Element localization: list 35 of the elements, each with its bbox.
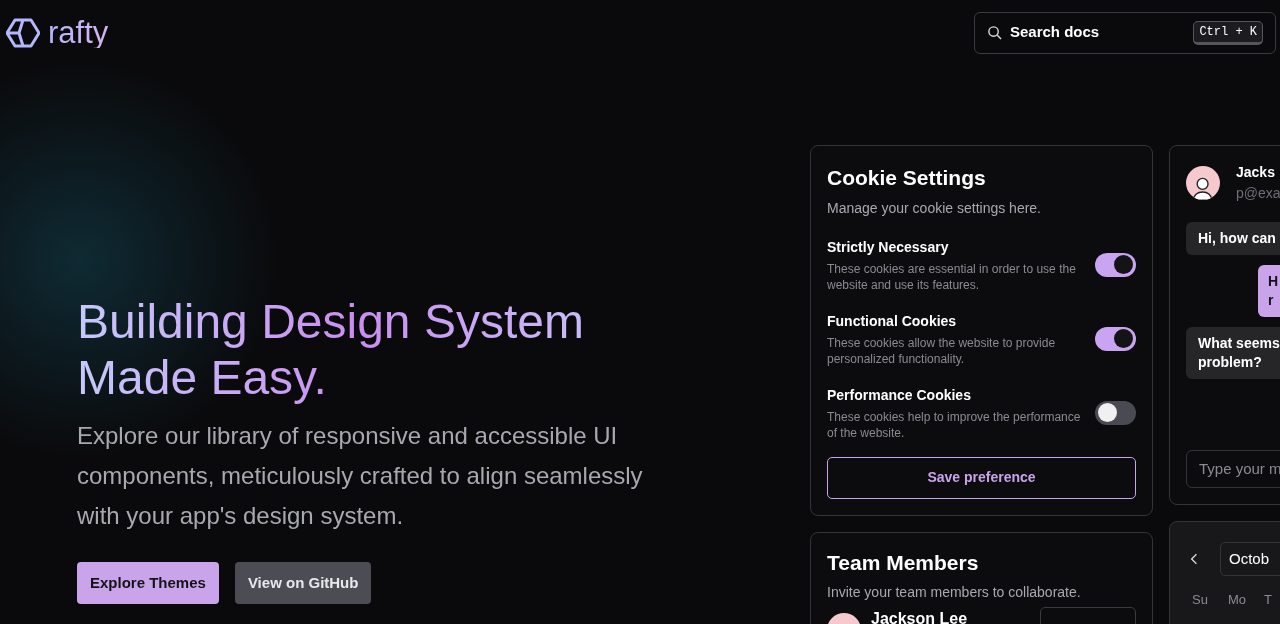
weekday-label: T (1264, 591, 1273, 609)
member-name: Jackson Lee (871, 609, 969, 624)
toggle-switch[interactable] (1095, 400, 1136, 425)
search-icon (987, 25, 1002, 40)
card-title: Cookie Settings (827, 165, 987, 191)
weekday-label: Su (1192, 591, 1209, 609)
contact-email: p@exa (1236, 184, 1280, 203)
contact-name: Jacks (1236, 163, 1276, 182)
hero-subtitle: Explore our library of responsive and accessible UI components, meticulously crafted to align seamlessly with your app's design system. (77, 421, 644, 531)
setting-description: These cookies are essential in order to use the website and use its features. (827, 260, 1077, 293)
toggle-switch[interactable] (1095, 252, 1136, 277)
setting-name: Functional Cookies (827, 311, 958, 331)
logo-text: rafty (48, 17, 109, 48)
card-subtitle: Invite your team members to collaborate. (827, 583, 1082, 602)
explore-button[interactable]: Explore Themes (77, 562, 219, 604)
logo-icon (6, 17, 40, 48)
toggle-switch[interactable] (1095, 326, 1136, 351)
shortcut-key: Ctrl + K (1193, 20, 1263, 45)
setting-description: These cookies allow the website to provide personalized functionality. (827, 334, 1057, 367)
setting-name: Strictly Necessary (827, 237, 950, 257)
month-select[interactable]: Octob (1220, 542, 1280, 576)
chevron-left-icon[interactable] (1190, 553, 1198, 565)
weekday-label: Mo (1228, 591, 1248, 609)
github-button[interactable]: View on GitHub (234, 562, 372, 604)
card-title: Team Members (827, 549, 980, 576)
received-message: Hi, how can (1186, 222, 1280, 255)
save-preference-button[interactable]: Save preference (827, 456, 1136, 499)
message-input[interactable]: Type your m (1186, 450, 1280, 488)
card-subtitle: Manage your cookie settings here. (827, 198, 1042, 218)
avatar (1186, 166, 1220, 200)
received-message: What seems problem? (1186, 327, 1280, 379)
setting-description: These cookies help to improve the performance of the website. (827, 408, 1082, 441)
search-button[interactable]: Search docs Ctrl + K (974, 11, 1276, 54)
setting-name: Performance Cookies (827, 385, 972, 405)
sent-message: H r (1258, 265, 1280, 317)
